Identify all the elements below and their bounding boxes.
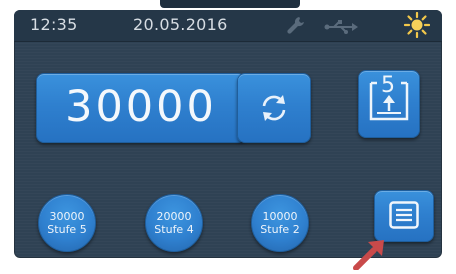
header-strip: [0, 0, 456, 10]
level-label: Stufe 4: [154, 223, 194, 236]
level-count: 10000: [262, 210, 298, 223]
reset-counter-button[interactable]: [237, 73, 311, 143]
counter-value-button[interactable]: 30000: [36, 73, 246, 143]
level-count: 20000: [156, 210, 192, 223]
usb-icon: [324, 19, 358, 38]
level-count: 30000: [49, 210, 85, 223]
stack-number: 5: [381, 73, 395, 98]
device-screen: 12:35 20.05.2016 30000 5 30000 Stufe 5 2…: [14, 10, 442, 258]
stack-output-button[interactable]: 5: [358, 70, 420, 138]
level-label: Stufe 2: [260, 223, 300, 236]
date-display: 20.05.2016: [133, 15, 228, 34]
refresh-icon: [258, 92, 290, 128]
menu-button[interactable]: [374, 190, 434, 242]
list-icon: [389, 201, 419, 233]
level-button-stufe-5[interactable]: 30000 Stufe 5: [38, 194, 96, 252]
level-label: Stufe 5: [47, 223, 87, 236]
sun-icon: [403, 11, 431, 42]
top-bezel-cap: [160, 0, 300, 8]
wrench-icon: [284, 14, 308, 42]
counter-value: 30000: [65, 82, 217, 132]
level-button-stufe-4[interactable]: 20000 Stufe 4: [145, 194, 203, 252]
level-button-stufe-2[interactable]: 10000 Stufe 2: [251, 194, 309, 252]
pointer-arrow-icon: [352, 238, 392, 274]
clock-time: 12:35: [30, 15, 78, 34]
status-bar: 12:35 20.05.2016: [14, 10, 442, 42]
